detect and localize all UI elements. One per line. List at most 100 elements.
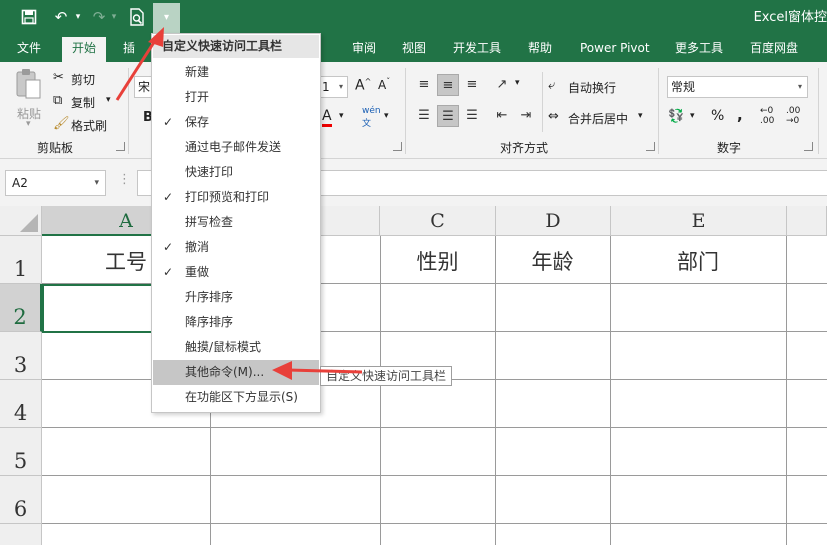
tab-baidu-netdisk[interactable]: 百度网盘 — [750, 38, 798, 58]
row-header-5[interactable]: 5 — [0, 428, 42, 476]
redo-icon[interactable]: ↷ — [88, 6, 110, 28]
row-header-2[interactable]: 2 — [0, 284, 42, 332]
save-icon[interactable] — [18, 6, 40, 28]
phonetic-icon[interactable]: wén 文 — [362, 106, 381, 129]
copy-dropdown-icon[interactable]: ▾ — [106, 95, 111, 105]
copy-button[interactable]: 复制 — [71, 94, 95, 111]
accounting-format-icon[interactable]: 💱 — [668, 109, 684, 124]
merge-center-button[interactable]: 合并后居中 — [568, 110, 628, 127]
phonetic-dropdown-icon[interactable]: ▾ — [384, 111, 389, 121]
format-painter-button[interactable]: 格式刷 — [71, 117, 107, 134]
font-color-icon[interactable]: A — [322, 108, 332, 127]
comma-button[interactable]: , — [737, 106, 743, 124]
menu-item-spelling[interactable]: 拼写检查 — [153, 210, 319, 235]
cut-icon: ✂ — [53, 70, 64, 85]
name-box[interactable]: A2 ▾ — [5, 170, 106, 196]
menu-item-open[interactable]: 打开 — [153, 85, 319, 110]
merge-center-dropdown-icon[interactable]: ▾ — [638, 111, 643, 121]
tab-power-pivot[interactable]: Power Pivot — [580, 38, 650, 58]
row-header-1[interactable]: 1 — [0, 236, 42, 284]
decrease-indent-icon[interactable]: ⇤ — [491, 105, 513, 127]
align-center-icon[interactable]: ☰ — [437, 105, 459, 127]
cut-button[interactable]: 剪切 — [71, 71, 95, 88]
decrease-decimal-icon[interactable]: .00 →0 — [786, 106, 800, 126]
menu-item-print-preview[interactable]: ✓ 打印预览和打印 — [153, 185, 319, 210]
font-size-box[interactable]: 1 ▾ — [318, 76, 348, 98]
check-icon: ✓ — [163, 190, 174, 204]
number-launcher-icon[interactable] — [804, 142, 813, 151]
name-box-dropdown-icon[interactable]: ▾ — [94, 171, 99, 195]
menu-item-sort-asc[interactable]: 升序排序 — [153, 285, 319, 310]
menu-item-email[interactable]: 通过电子邮件发送 — [153, 135, 319, 160]
redo-dropdown-icon[interactable]: ▾ — [108, 6, 120, 28]
menu-item-new[interactable]: 新建 — [153, 60, 319, 85]
clipboard-launcher-icon[interactable] — [116, 142, 125, 151]
print-preview-icon[interactable] — [126, 6, 148, 28]
percent-button[interactable]: % — [711, 108, 724, 124]
cell-d1[interactable]: 年龄 — [495, 246, 610, 276]
menu-item-undo[interactable]: ✓ 撤消 — [153, 235, 319, 260]
group-separator — [658, 68, 659, 154]
align-top-icon[interactable]: ≡ — [413, 74, 435, 96]
app-title: Excel窗体控 — [753, 10, 827, 25]
menu-item-touch-mouse-mode[interactable]: 触摸/鼠标模式 — [153, 335, 319, 360]
tab-file[interactable]: 文件 — [17, 38, 41, 58]
align-right-icon[interactable]: ☰ — [461, 105, 483, 127]
tab-help[interactable]: 帮助 — [528, 38, 552, 58]
cell-c1[interactable]: 性别 — [380, 246, 495, 276]
customize-dropdown-icon[interactable]: ▾ — [153, 3, 180, 33]
column-header-e[interactable]: E — [611, 206, 787, 236]
alignment-launcher-icon[interactable] — [646, 142, 655, 151]
paste-dropdown-icon[interactable]: ▾ — [26, 119, 31, 129]
align-bottom-icon[interactable]: ≡ — [461, 74, 483, 96]
ribbon-tabs: 文件 开始 插 审阅 视图 开发工具 帮助 Power Pivot 更多工具 百… — [0, 33, 827, 62]
decrease-font-icon[interactable]: Aˇ — [378, 77, 390, 92]
more-icon: ⋮ — [118, 172, 131, 187]
menu-item-redo[interactable]: ✓ 重做 — [153, 260, 319, 285]
number-format-box[interactable]: 常规 ▾ — [667, 76, 808, 98]
tab-insert[interactable]: 插 — [123, 38, 135, 58]
tab-review[interactable]: 审阅 — [352, 38, 376, 58]
column-header-f[interactable] — [787, 206, 827, 236]
font-color-dropdown-icon[interactable]: ▾ — [339, 111, 344, 121]
tab-more-tools[interactable]: 更多工具 — [675, 38, 723, 58]
wrap-text-icon: ⤶ — [548, 78, 556, 93]
format-painter-icon: 🖌 — [53, 116, 70, 131]
menu-item-label: 其他命令(M)... — [185, 365, 265, 379]
row-header-6[interactable]: 6 — [0, 476, 42, 524]
undo-dropdown-icon[interactable]: ▾ — [72, 6, 84, 28]
menu-item-show-below-ribbon[interactable]: 在功能区下方显示(S) — [153, 385, 319, 410]
undo-icon[interactable]: ↶ — [50, 6, 72, 28]
row-header-7[interactable] — [0, 524, 42, 545]
orientation-dropdown-icon[interactable]: ▾ — [515, 78, 520, 88]
row-header-3[interactable]: 3 — [0, 332, 42, 380]
menu-item-label: 打开 — [185, 90, 210, 104]
menu-item-sort-desc[interactable]: 降序排序 — [153, 310, 319, 335]
menu-item-save[interactable]: ✓ 保存 — [153, 110, 319, 135]
accounting-dropdown-icon[interactable]: ▾ — [690, 111, 695, 121]
menu-item-quick-print[interactable]: 快速打印 — [153, 160, 319, 185]
row-header-4[interactable]: 4 — [0, 380, 42, 428]
menu-header: 自定义快速访问工具栏 — [153, 35, 319, 58]
tab-home[interactable]: 开始 — [62, 37, 107, 62]
ribbon: 粘贴 ▾ ✂ 剪切 ⧉ 复制 ▾ 🖌 格式刷 剪贴板 宋 1 ▾ B A^ Aˇ … — [0, 62, 827, 159]
increase-font-icon[interactable]: A^ — [355, 77, 371, 94]
tab-view[interactable]: 视图 — [402, 38, 426, 58]
increase-decimal-icon[interactable]: ←0.00 — [760, 106, 774, 126]
align-left-icon[interactable]: ☰ — [413, 105, 435, 127]
paste-icon[interactable] — [14, 68, 44, 99]
font-launcher-icon[interactable] — [393, 142, 402, 151]
column-header-d[interactable]: D — [496, 206, 611, 236]
gridline — [42, 427, 827, 428]
orientation-icon[interactable]: ↗ — [491, 74, 513, 96]
customize-quick-access-menu: 自定义快速访问工具栏 新建打开 ✓ 保存 通过电子邮件发送 快速打印 ✓ 打印预览和打印 拼写… — [151, 33, 321, 413]
align-middle-icon[interactable]: ≡ — [437, 74, 459, 96]
menu-item-more-commands[interactable]: 其他命令(M)... — [153, 360, 319, 385]
cell-e1[interactable]: 部门 — [610, 246, 786, 276]
tab-developer[interactable]: 开发工具 — [453, 38, 501, 58]
wrap-text-button[interactable]: 自动换行 — [568, 79, 616, 96]
column-header-c[interactable]: C — [380, 206, 496, 236]
gridline — [42, 523, 827, 524]
increase-indent-icon[interactable]: ⇥ — [515, 105, 537, 127]
select-all-button[interactable] — [0, 206, 42, 236]
